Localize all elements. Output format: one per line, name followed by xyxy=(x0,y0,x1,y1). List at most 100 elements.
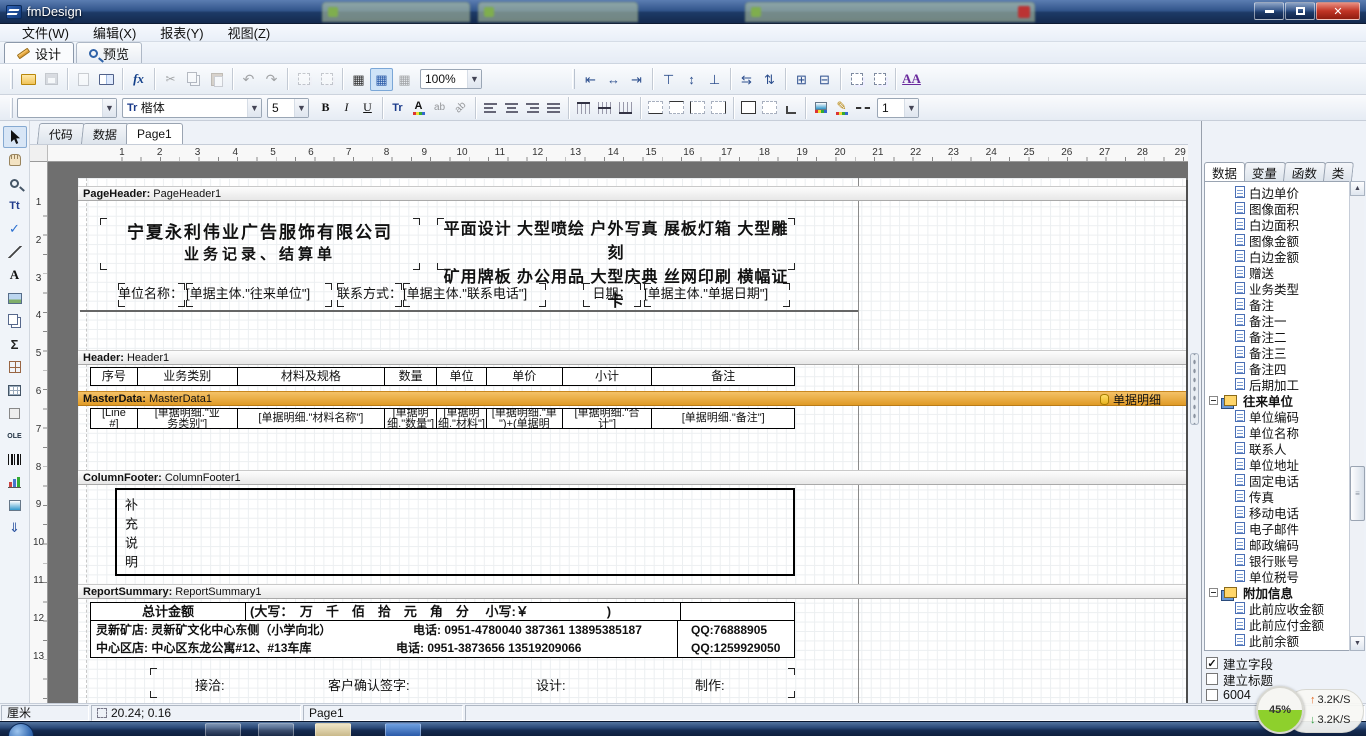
table-header-cell[interactable]: 材料及规格 xyxy=(238,368,386,385)
data-panel-tab[interactable]: 变量 xyxy=(1243,162,1286,181)
text-align-middle-button[interactable] xyxy=(594,98,615,118)
chart-tool[interactable] xyxy=(3,471,27,493)
masterdata-cell[interactable]: [单据明 细."数量"] xyxy=(385,409,437,428)
border-bottom-button[interactable] xyxy=(645,98,666,118)
hand-tool[interactable] xyxy=(3,149,27,171)
text-align-right-button[interactable] xyxy=(522,98,543,118)
tree-item[interactable]: 白边金额 xyxy=(1205,248,1363,264)
supplementary-note-box[interactable]: 补充说明 xyxy=(115,488,795,576)
store1-qq[interactable]: QQ:76888905 xyxy=(691,621,767,639)
zoom-select[interactable]: 100%▼ xyxy=(420,69,482,89)
dataset-link[interactable]: 单据明细 xyxy=(1100,392,1161,407)
cut-button[interactable]: ✂ xyxy=(159,68,182,91)
company-title-object[interactable]: 宁夏永利伟业广告服饰有限公司 业务记录、结算单 xyxy=(100,218,420,270)
tab-preview[interactable]: 预览 xyxy=(76,42,142,63)
text-align-left-button[interactable] xyxy=(480,98,501,118)
barcode-tool[interactable] xyxy=(3,448,27,470)
center-horizontally-in-band-button[interactable]: ⊞ xyxy=(790,68,813,91)
table-header-cell[interactable]: 单价 xyxy=(487,368,563,385)
align-left-edges-button[interactable]: ⇤ xyxy=(579,68,602,91)
crosstab-tool[interactable] xyxy=(3,356,27,378)
checkbox[interactable] xyxy=(1206,657,1218,669)
select-tool[interactable] xyxy=(3,126,27,148)
taskbar-button[interactable] xyxy=(258,723,294,736)
header-divider-line[interactable] xyxy=(80,310,858,312)
band-reportsummary[interactable]: ReportSummary:ReportSummary1 xyxy=(78,584,1186,599)
collapse-icon[interactable] xyxy=(1209,588,1218,597)
maker-sign-label[interactable]: 制作: xyxy=(695,675,725,694)
store1-phone[interactable]: 电话: 0951-4780040 387361 13895385187 xyxy=(413,621,642,639)
page-setup-button[interactable] xyxy=(95,68,118,91)
new-page-button[interactable] xyxy=(72,68,95,91)
table-header-cell[interactable]: 小计 xyxy=(563,368,653,385)
text-tool[interactable]: Tt xyxy=(3,195,27,217)
checkbox[interactable] xyxy=(1206,689,1218,701)
band-header[interactable]: Header:Header1 xyxy=(78,350,1186,365)
menu-item[interactable]: 文件(W) xyxy=(10,23,81,42)
collapse-icon[interactable] xyxy=(1209,396,1218,405)
masterdata-cell[interactable]: [单据明细."合 计"] xyxy=(563,409,653,428)
document-tab[interactable]: Page1 xyxy=(126,123,183,144)
zoom-tool[interactable] xyxy=(3,172,27,194)
richtext-tool[interactable]: A xyxy=(3,264,27,286)
taskbar-button[interactable] xyxy=(315,723,351,736)
style-select[interactable]: ▼ xyxy=(17,98,117,118)
tree-scrollbar[interactable]: ▲ ≡ ▼ xyxy=(1349,181,1364,651)
taskbar-button[interactable] xyxy=(385,723,421,736)
design-sign-label[interactable]: 设计: xyxy=(536,675,566,694)
masterdata-cell[interactable]: [单据明细."业 务类别"] xyxy=(138,409,238,428)
table-header-cell[interactable]: 序号 xyxy=(91,368,138,385)
store2-qq[interactable]: QQ:1259929050 xyxy=(691,639,780,657)
masterdata-cell[interactable]: [单据明细."单 ")+(单据明 xyxy=(487,409,563,428)
data-panel-tab[interactable]: 函数 xyxy=(1283,162,1326,181)
band-masterdata[interactable]: MasterData:MasterData1 单据明细 xyxy=(78,391,1186,406)
same-width-button[interactable] xyxy=(845,68,868,91)
bring-to-front-button[interactable] xyxy=(292,68,315,91)
align-to-grid-button[interactable]: ▦ xyxy=(393,68,416,91)
table-header-cell[interactable]: 业务类别 xyxy=(138,368,238,385)
font-name-select[interactable]: Tr 楷体▼ xyxy=(122,98,262,118)
maximize-button[interactable] xyxy=(1285,2,1315,20)
redo-button[interactable]: ↷ xyxy=(260,68,283,91)
contact-label[interactable]: 联系方式： xyxy=(337,283,402,307)
menu-item[interactable]: 报表(Y) xyxy=(148,23,215,42)
unit-name-field[interactable]: [单据主体."往来单位"] xyxy=(186,283,332,307)
font-style-button[interactable]: Tr xyxy=(387,98,408,118)
checkbox-tool[interactable] xyxy=(3,402,27,424)
open-button[interactable] xyxy=(17,68,40,91)
tree-item[interactable]: 固定电话 xyxy=(1205,472,1363,488)
scroll-up-button[interactable]: ▲ xyxy=(1350,181,1365,196)
table-header-row[interactable]: 序号业务类别材料及规格数量单位单价小计备注 xyxy=(90,367,795,386)
tree-item[interactable]: 此前余额 xyxy=(1205,632,1363,648)
center-vertically-in-band-button[interactable]: ⊟ xyxy=(813,68,836,91)
paste-button[interactable] xyxy=(205,68,228,91)
scroll-thumb[interactable]: ≡ xyxy=(1350,466,1365,521)
line-color-button[interactable]: ✎ xyxy=(831,98,852,118)
align-vertical-centers-button[interactable]: ↕ xyxy=(680,68,703,91)
send-to-back-button[interactable] xyxy=(315,68,338,91)
align-horizontal-centers-button[interactable]: ↔ xyxy=(602,68,625,91)
masterdata-cell[interactable]: [单据明细."材料名称"] xyxy=(238,409,386,428)
date-field[interactable]: [单据主体."单据日期"] xyxy=(644,283,790,307)
start-button[interactable] xyxy=(8,723,34,736)
border-top-button[interactable] xyxy=(666,98,687,118)
italic-button[interactable]: I xyxy=(336,98,357,118)
fill-color-button[interactable] xyxy=(810,98,831,118)
date-label[interactable]: 日期： xyxy=(583,283,641,307)
save-button[interactable] xyxy=(40,68,63,91)
report-page[interactable]: PageHeader:PageHeader1 宁夏永利伟业广告服饰有限公司 业务… xyxy=(78,178,1186,703)
masterdata-cell[interactable]: [单据明 细."材料"] xyxy=(437,409,487,428)
border-none-button[interactable] xyxy=(759,98,780,118)
draw-tool[interactable]: ✓ xyxy=(3,218,27,240)
data-panel-tab[interactable]: 类 xyxy=(1323,162,1354,181)
ole-tool[interactable]: OLE xyxy=(3,425,27,447)
band-columnfooter[interactable]: ColumnFooter:ColumnFooter1 xyxy=(78,470,1186,485)
band-pageheader[interactable]: PageHeader:PageHeader1 xyxy=(78,186,1186,201)
border-right-button[interactable] xyxy=(708,98,729,118)
sum-tool[interactable]: Σ xyxy=(3,333,27,355)
text-align-bottom-button[interactable] xyxy=(615,98,636,118)
font-size-select[interactable]: 5▼ xyxy=(267,98,309,118)
empty-cell[interactable] xyxy=(681,603,794,620)
close-button[interactable]: ✕ xyxy=(1316,2,1360,20)
contact-field[interactable]: [单据主体."联系电话"] xyxy=(403,283,546,307)
